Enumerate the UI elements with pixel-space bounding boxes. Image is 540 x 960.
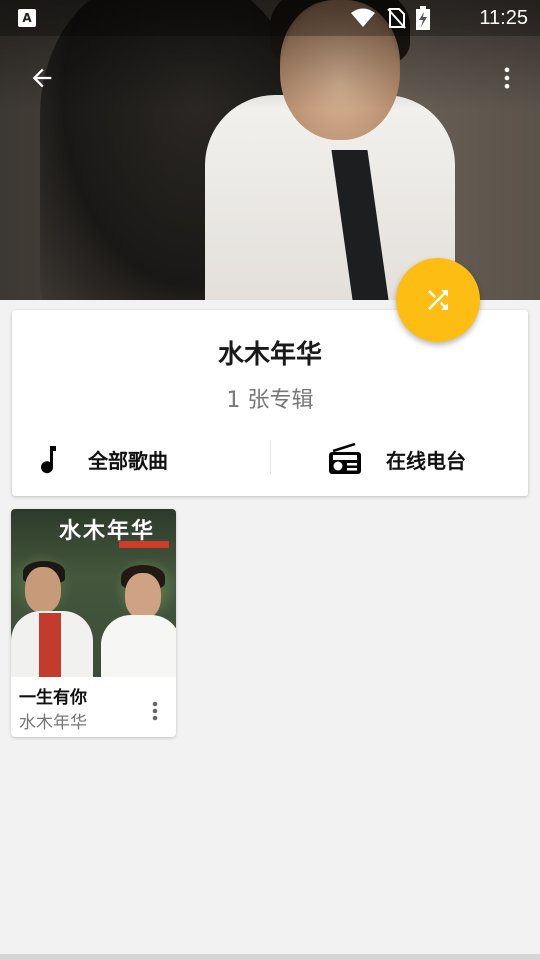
online-radio-button[interactable]: 在线电台: [328, 434, 466, 484]
status-bar: A 11:25: [0, 0, 540, 36]
cover-person-right-face: [125, 573, 161, 619]
all-songs-button[interactable]: 全部歌曲: [36, 434, 168, 484]
artist-header-image: [0, 0, 540, 300]
back-button[interactable]: [18, 54, 66, 102]
album-artist: 水木年华: [19, 713, 87, 733]
no-sim-icon: [387, 8, 406, 29]
shuffle-icon: [428, 290, 448, 310]
album-title: 一生有你: [19, 688, 87, 708]
radio-icon: [329, 443, 361, 474]
cover-person-left-shirt: [39, 613, 61, 677]
online-radio-label: 在线电台: [386, 448, 466, 473]
all-songs-label: 全部歌曲: [88, 448, 168, 473]
navigation-bar-edge: [0, 954, 540, 960]
cover-red-strip: [119, 541, 169, 548]
album-more-button[interactable]: [139, 691, 171, 731]
status-icons: [350, 6, 430, 30]
album-card[interactable]: 水木年华 一生有你 水木年华: [11, 509, 176, 737]
more-vert-icon: [504, 67, 510, 89]
music-note-icon: [41, 446, 56, 474]
artist-detail-screen: A 11:25 水木年华 1 张专辑 全部歌曲 在线电台 水木年华 一生有你 水…: [0, 0, 540, 960]
battery-charging-icon: [416, 6, 430, 30]
status-time: 11:25: [479, 7, 528, 29]
shuffle-play-button[interactable]: [396, 258, 480, 342]
album-count: 1 张专辑: [226, 388, 314, 413]
more-vert-icon: [152, 701, 158, 721]
arrow-back-icon: [32, 68, 52, 88]
more-options-button[interactable]: [483, 54, 531, 102]
app-notification-icon: A: [18, 9, 36, 27]
wifi-icon: [351, 8, 375, 27]
cover-person-left-face: [25, 567, 61, 613]
action-divider: [270, 440, 271, 474]
cover-person-right-body: [101, 615, 176, 677]
album-cover-art: 水木年华: [11, 509, 176, 677]
